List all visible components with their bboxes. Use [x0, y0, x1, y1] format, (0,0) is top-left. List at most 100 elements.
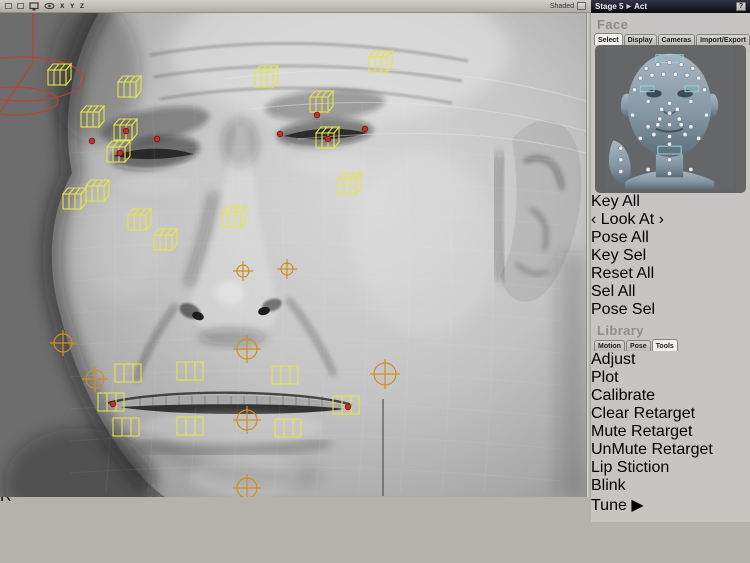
- face-marker-dot[interactable]: [673, 72, 677, 76]
- shading-mode-icon[interactable]: [577, 2, 586, 10]
- face-marker-dot[interactable]: [662, 72, 666, 76]
- red-dot-marker: [325, 136, 331, 142]
- face-marker-dot[interactable]: [675, 107, 679, 111]
- face-marker-dot[interactable]: [646, 125, 650, 129]
- red-dot-marker: [154, 136, 160, 142]
- library-tab-tools[interactable]: Tools: [652, 339, 678, 351]
- library-item-plot[interactable]: Plot: [591, 369, 750, 387]
- face-marker-dot[interactable]: [697, 76, 701, 80]
- face-marker-dot[interactable]: [683, 132, 687, 136]
- face-marker-dot[interactable]: [656, 62, 660, 66]
- face-marker-dot[interactable]: [619, 169, 623, 173]
- face-marker-dot[interactable]: [685, 73, 689, 77]
- library-tab-pose[interactable]: Pose: [626, 340, 651, 351]
- face-marker-dot[interactable]: [650, 73, 654, 77]
- face-marker-dot[interactable]: [630, 113, 634, 117]
- play-arrow-icon: ▶: [631, 497, 643, 514]
- look-at-control[interactable]: ‹ Look At ›: [591, 211, 750, 229]
- help-button[interactable]: ?: [736, 2, 746, 11]
- eye-icon[interactable]: [44, 2, 55, 10]
- face-marker-dot[interactable]: [667, 60, 671, 64]
- face-marker-dot[interactable]: [667, 142, 671, 146]
- face-marker-dot[interactable]: [632, 88, 636, 92]
- face-marker-dot[interactable]: [619, 158, 623, 162]
- face-marker-dot[interactable]: [667, 158, 671, 162]
- red-dot-marker: [345, 404, 351, 410]
- library-item-mute-retarget[interactable]: Mute Retarget: [591, 423, 750, 441]
- library-item-clear-retarget[interactable]: Clear Retarget: [591, 405, 750, 423]
- face-marker-dot[interactable]: [667, 101, 671, 105]
- red-dot-marker: [117, 150, 123, 156]
- tune-button[interactable]: Tune ▶: [591, 495, 750, 515]
- face-marker-dot[interactable]: [638, 136, 642, 140]
- look-right-button[interactable]: ›: [659, 211, 664, 228]
- face-marker-dot[interactable]: [644, 66, 648, 70]
- face-marker-dot[interactable]: [679, 62, 683, 66]
- red-dot-marker: [362, 126, 368, 132]
- head-model: [0, 13, 586, 497]
- face-marker-dot[interactable]: [667, 171, 671, 175]
- key-sel-button[interactable]: Key Sel: [591, 247, 750, 265]
- face-marker-dot[interactable]: [667, 134, 671, 138]
- library-item-blink[interactable]: Blink: [591, 477, 750, 495]
- mode-label: Act: [634, 2, 647, 11]
- library-tab-motion[interactable]: Motion: [594, 340, 625, 351]
- face-marker-dot[interactable]: [704, 113, 708, 117]
- face-marker-dot[interactable]: [702, 88, 706, 92]
- red-dot-marker: [89, 138, 95, 144]
- look-left-button[interactable]: ‹: [591, 211, 596, 228]
- face-marker-dot[interactable]: [691, 66, 695, 70]
- face-marker-dot[interactable]: [646, 99, 650, 103]
- tune-label: Tune: [591, 497, 627, 514]
- face-marker-dot[interactable]: [697, 136, 701, 140]
- library-item-calibrate[interactable]: Calibrate: [591, 387, 750, 405]
- face-tab-display[interactable]: Display: [624, 34, 657, 45]
- viewport-3d[interactable]: [0, 13, 586, 497]
- face-tab-select[interactable]: Select: [594, 33, 623, 45]
- axes-label: X Y Z: [60, 3, 86, 10]
- face-marker-dot[interactable]: [679, 123, 683, 127]
- pose-all-button[interactable]: Pose All: [591, 229, 750, 247]
- face-marker-dot[interactable]: [638, 76, 642, 80]
- face-marker-dot[interactable]: [677, 117, 681, 121]
- face-marker-dot[interactable]: [658, 117, 662, 121]
- face-tab-import-export[interactable]: Import/Export: [696, 34, 750, 45]
- face-marker-dot[interactable]: [667, 111, 671, 115]
- library-item-lip-stiction[interactable]: Lip Stiction: [591, 459, 750, 477]
- face-marker-dot[interactable]: [689, 125, 693, 129]
- reset-all-button[interactable]: Reset All: [591, 265, 750, 283]
- library-list: AdjustPlotCalibrateClear RetargetMute Re…: [591, 351, 750, 495]
- face-tabs: SelectDisplayCamerasImport/Export: [591, 33, 750, 45]
- chevron-right-icon: ▶: [626, 3, 631, 10]
- key-all-button[interactable]: Key All: [591, 193, 750, 211]
- red-dot-marker: [123, 128, 129, 134]
- library-tabs: MotionPoseTools: [591, 339, 750, 351]
- library-item-label: Clear Retarget: [591, 405, 695, 422]
- face-marker-dot[interactable]: [646, 167, 650, 171]
- library-item-label: UnMute Retarget: [591, 441, 713, 458]
- face-marker-dot[interactable]: [667, 123, 671, 127]
- look-at-label: Look At: [601, 211, 654, 228]
- library-item-label: Mute Retarget: [591, 423, 692, 440]
- window-icon-2[interactable]: [17, 3, 24, 9]
- face-marker-dot[interactable]: [619, 146, 623, 150]
- panel-header[interactable]: Stage 5 ▶ Act ?: [591, 0, 750, 13]
- application-window: X Y Z Shaded: [0, 0, 750, 563]
- face-marker-dot[interactable]: [652, 132, 656, 136]
- face-marker-dot[interactable]: [656, 123, 660, 127]
- red-dot-marker: [277, 131, 283, 137]
- face-marker-dot[interactable]: [689, 99, 693, 103]
- library-item-unmute-retarget[interactable]: UnMute Retarget: [591, 441, 750, 459]
- face-tab-cameras[interactable]: Cameras: [658, 34, 696, 45]
- sel-all-button[interactable]: Sel All: [591, 283, 750, 301]
- pose-sel-button[interactable]: Pose Sel: [591, 301, 750, 319]
- shading-mode-label[interactable]: Shaded: [550, 3, 574, 10]
- library-item-adjust[interactable]: Adjust: [591, 351, 750, 369]
- library-item-label: Plot: [591, 369, 619, 386]
- library-item-label: Adjust: [591, 351, 635, 368]
- window-icon[interactable]: [5, 3, 12, 9]
- face-marker-dot[interactable]: [689, 167, 693, 171]
- monitor-icon[interactable]: [29, 2, 39, 11]
- face-preview[interactable]: [595, 45, 746, 193]
- face-marker-dot[interactable]: [660, 107, 664, 111]
